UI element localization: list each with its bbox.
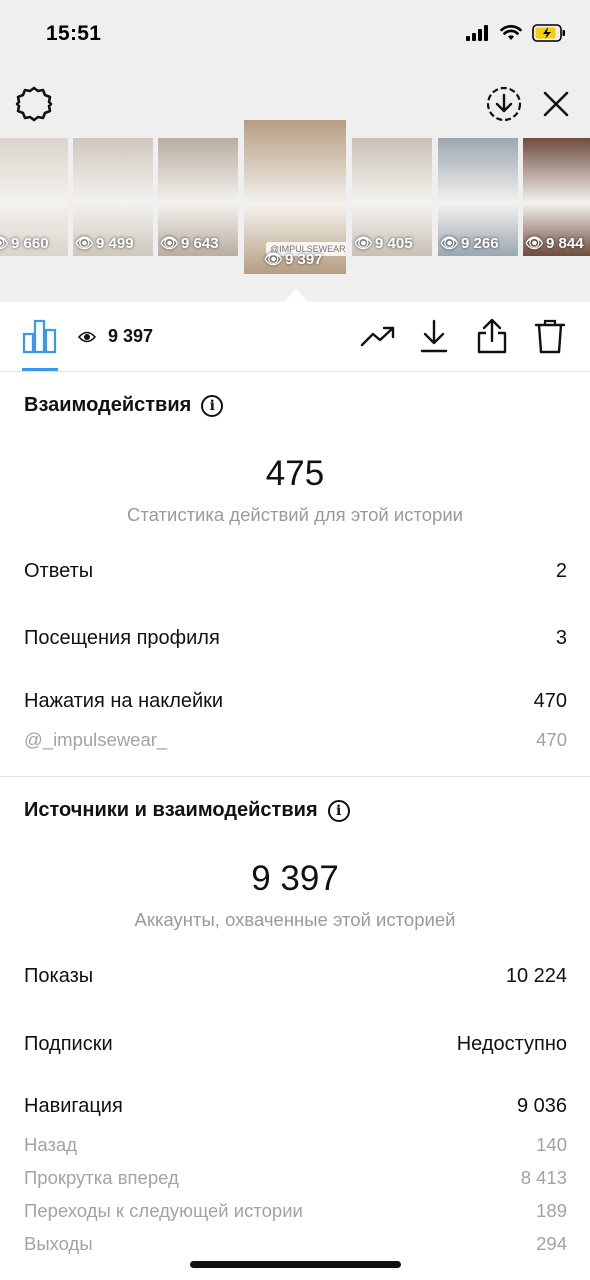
row-label: Нажатия на наклейки (24, 690, 224, 712)
interactions-row-replies: Ответы 2 (24, 560, 567, 583)
row-value: 140 (536, 1134, 567, 1155)
eye-icon: 👁 (354, 235, 374, 252)
discovery-row-follows: Подписки Недоступно (24, 1033, 567, 1056)
eye-icon: 👁 (264, 251, 284, 268)
interactions-subrow-mention: @_impulsewear_ 470 (24, 729, 567, 751)
discovery-section-title: Источники и взаимодействия i (24, 799, 350, 822)
download-button[interactable] (414, 316, 454, 356)
story-thumbnails: 👁9 660 👁9 499 👁9 643 @IMPULSEWEAR_ 👁9 39… (0, 118, 590, 278)
close-icon (543, 91, 569, 117)
discovery-row-navigation: Навигация 9 036 (24, 1095, 567, 1118)
discovery-caption: Аккаунты, охваченные этой историей (134, 909, 456, 930)
thumbnail-views: 👁 9 397 (264, 250, 323, 269)
thumbnail-views: 👁9 660 (0, 234, 49, 253)
story-thumbnail[interactable]: 👁 9 844 (523, 138, 590, 256)
eye-icon: 👁 (160, 235, 180, 252)
row-label: @_impulsewear_ (24, 729, 168, 750)
delete-button[interactable] (530, 316, 570, 356)
signal-icon (466, 25, 488, 41)
row-value: 8 413 (520, 1167, 567, 1188)
tab-insights[interactable] (22, 318, 58, 358)
home-indicator (190, 1261, 401, 1268)
row-label: Показы (24, 965, 94, 987)
discovery-total: 9 397 (251, 859, 339, 898)
row-value: Недоступно (456, 1033, 567, 1055)
row-label: Ответы (24, 560, 94, 582)
story-preview-area: 15:51 9 660 👁 9 499 👁 9 643 @IMPULSEWEAR… (0, 0, 590, 302)
share-button[interactable] (472, 316, 512, 356)
promote-button[interactable] (358, 316, 398, 356)
story-thumbnail[interactable]: 👁 9 643 (158, 138, 238, 256)
wifi-icon (500, 25, 522, 40)
share-icon (477, 318, 507, 354)
thumbnail-views: 👁 9 499 (75, 234, 134, 253)
row-value: 470 (533, 690, 567, 712)
eye-icon: 👁 (525, 235, 545, 252)
row-value: 294 (536, 1233, 567, 1254)
thumbnail-views: 👁 9 266 (440, 234, 499, 253)
navigation-subrow-exits: Выходы 294 (24, 1233, 567, 1255)
row-value: 189 (536, 1200, 567, 1221)
interactions-caption: Статистика действий для этой истории (127, 504, 463, 525)
story-thumbnail[interactable]: 👁 9 405 (352, 138, 432, 256)
thumbnail-views: 👁 9 405 (354, 234, 413, 253)
interactions-total: 475 (265, 454, 325, 493)
section-title-text: Взаимодействия (24, 394, 192, 416)
row-value: 10 224 (505, 965, 567, 987)
eye-icon: 👁 (440, 235, 460, 252)
discovery-row-impressions: Показы 10 224 (24, 965, 567, 988)
story-thumbnail[interactable]: 👁9 660 (0, 138, 68, 256)
thumbnail-views: 👁 9 643 (160, 234, 219, 253)
story-thumbnail[interactable]: 👁 9 499 (73, 138, 153, 256)
battery-charging-icon (532, 24, 565, 42)
navigation-subrow-forward: Прокрутка вперед 8 413 (24, 1167, 567, 1189)
insights-header: 9 397 (0, 302, 590, 372)
story-thumbnail[interactable]: 👁 9 266 (438, 138, 518, 256)
info-icon[interactable]: i (201, 394, 224, 417)
trending-up-icon (360, 326, 395, 347)
eye-icon: 👁 (75, 235, 95, 252)
row-label: Навигация (24, 1095, 123, 1117)
row-value: 470 (536, 729, 567, 750)
interactions-section-title: Взаимодействия i (24, 394, 224, 417)
info-icon[interactable]: i (327, 799, 350, 822)
row-label: Подписки (24, 1033, 113, 1055)
story-thumbnail-selected[interactable]: @IMPULSEWEAR_ 👁 9 397 (244, 120, 346, 274)
interactions-row-profile-visits: Посещения профиля 3 (24, 627, 567, 650)
section-divider (0, 776, 590, 777)
download-icon (420, 319, 448, 353)
thumbnail-views: 👁 9 844 (525, 234, 584, 253)
status-time: 15:51 (46, 22, 102, 45)
views-value: 9 397 (108, 326, 154, 346)
row-label: Посещения профиля (24, 627, 220, 649)
active-tab-indicator (22, 368, 58, 371)
row-label: Выходы (24, 1233, 93, 1254)
interactions-row-sticker-taps: Нажатия на наклейки 470 (24, 690, 567, 713)
row-label: Переходы к следующей истории (24, 1200, 303, 1221)
section-title-text: Источники и взаимодействия (24, 799, 318, 821)
status-icons (466, 24, 566, 42)
navigation-subrow-next-story: Переходы к следующей истории 189 (24, 1200, 567, 1222)
navigation-subrow-back: Назад 140 (24, 1134, 567, 1156)
row-label: Назад (24, 1134, 78, 1155)
status-bar: 15:51 (0, 0, 590, 70)
trash-icon (534, 319, 566, 354)
row-value: 9 036 (516, 1095, 567, 1117)
selected-story-pointer (284, 288, 308, 302)
row-value: 2 (555, 560, 567, 582)
story-views-count: 9 397 (78, 326, 153, 347)
eye-icon: 👁 (0, 234, 9, 252)
row-value: 3 (555, 627, 567, 649)
row-label: Прокрутка вперед (24, 1167, 179, 1188)
eye-icon (78, 331, 96, 342)
bar-chart-icon (22, 319, 57, 354)
